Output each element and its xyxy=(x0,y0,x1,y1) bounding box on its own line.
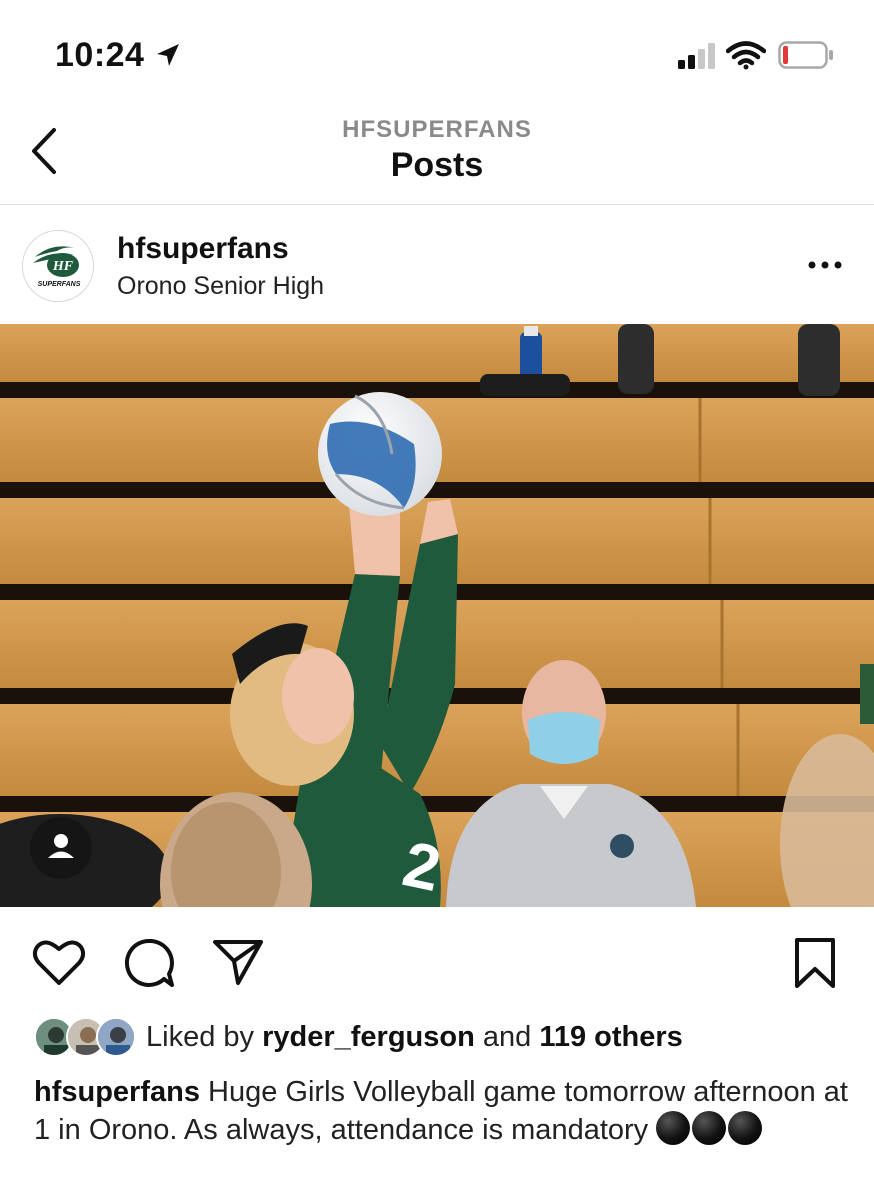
black-circle-icon xyxy=(656,1111,691,1145)
post-caption: hfsuperfans Huge Girls Volleyball game t… xyxy=(34,1074,854,1155)
post-photo[interactable]: 2 xyxy=(0,324,874,907)
more-options-icon[interactable] xyxy=(806,258,844,272)
likes-row[interactable]: Liked by ryder_ferguson and 119 others xyxy=(0,1015,874,1065)
caption-username[interactable]: hfsuperfans xyxy=(34,1076,200,1108)
volleyball-photo-image: 2 xyxy=(0,324,874,907)
page-title: Posts xyxy=(390,146,484,184)
likes-conjunction: and xyxy=(482,1021,532,1053)
bookmark-save-icon[interactable] xyxy=(792,937,838,989)
black-circle-emoji-group xyxy=(656,1111,764,1155)
hf-logo-icon: HF SUPERFANS xyxy=(33,246,81,288)
liker-avatar xyxy=(96,1017,136,1057)
share-send-icon[interactable] xyxy=(212,937,264,987)
likes-count[interactable]: 119 others xyxy=(539,1021,682,1053)
nav-header: HFSUPERFANS Posts xyxy=(0,100,874,205)
black-circle-icon xyxy=(692,1111,727,1145)
post-header: HF SUPERFANS hfsuperfans Orono Senior Hi… xyxy=(0,206,874,324)
like-heart-icon[interactable] xyxy=(32,937,86,987)
tagged-users-button[interactable] xyxy=(30,817,92,879)
location-arrow-icon xyxy=(157,44,179,66)
post-location[interactable]: Orono Senior High xyxy=(117,272,324,301)
wifi-icon xyxy=(726,41,766,70)
post-username[interactable]: hfsuperfans xyxy=(117,232,289,266)
status-time: 10:24 xyxy=(55,36,145,74)
liked-by-user[interactable]: ryder_ferguson xyxy=(262,1021,475,1053)
likes-text: Liked by ryder_ferguson and 119 others xyxy=(146,1021,683,1054)
likes-prefix: Liked by xyxy=(146,1021,255,1053)
post-actions xyxy=(0,907,874,1017)
status-bar: 10:24 xyxy=(0,0,874,100)
black-circle-icon xyxy=(728,1111,763,1145)
svg-text:SUPERFANS: SUPERFANS xyxy=(38,281,81,288)
comment-bubble-icon[interactable] xyxy=(122,937,176,989)
battery-icon xyxy=(778,41,833,69)
svg-text:HF: HF xyxy=(52,259,74,274)
cellular-signal-icon xyxy=(678,43,715,69)
person-icon xyxy=(48,834,74,858)
profile-avatar[interactable]: HF SUPERFANS xyxy=(22,230,94,302)
nav-subtitle: HFSUPERFANS xyxy=(342,116,532,143)
